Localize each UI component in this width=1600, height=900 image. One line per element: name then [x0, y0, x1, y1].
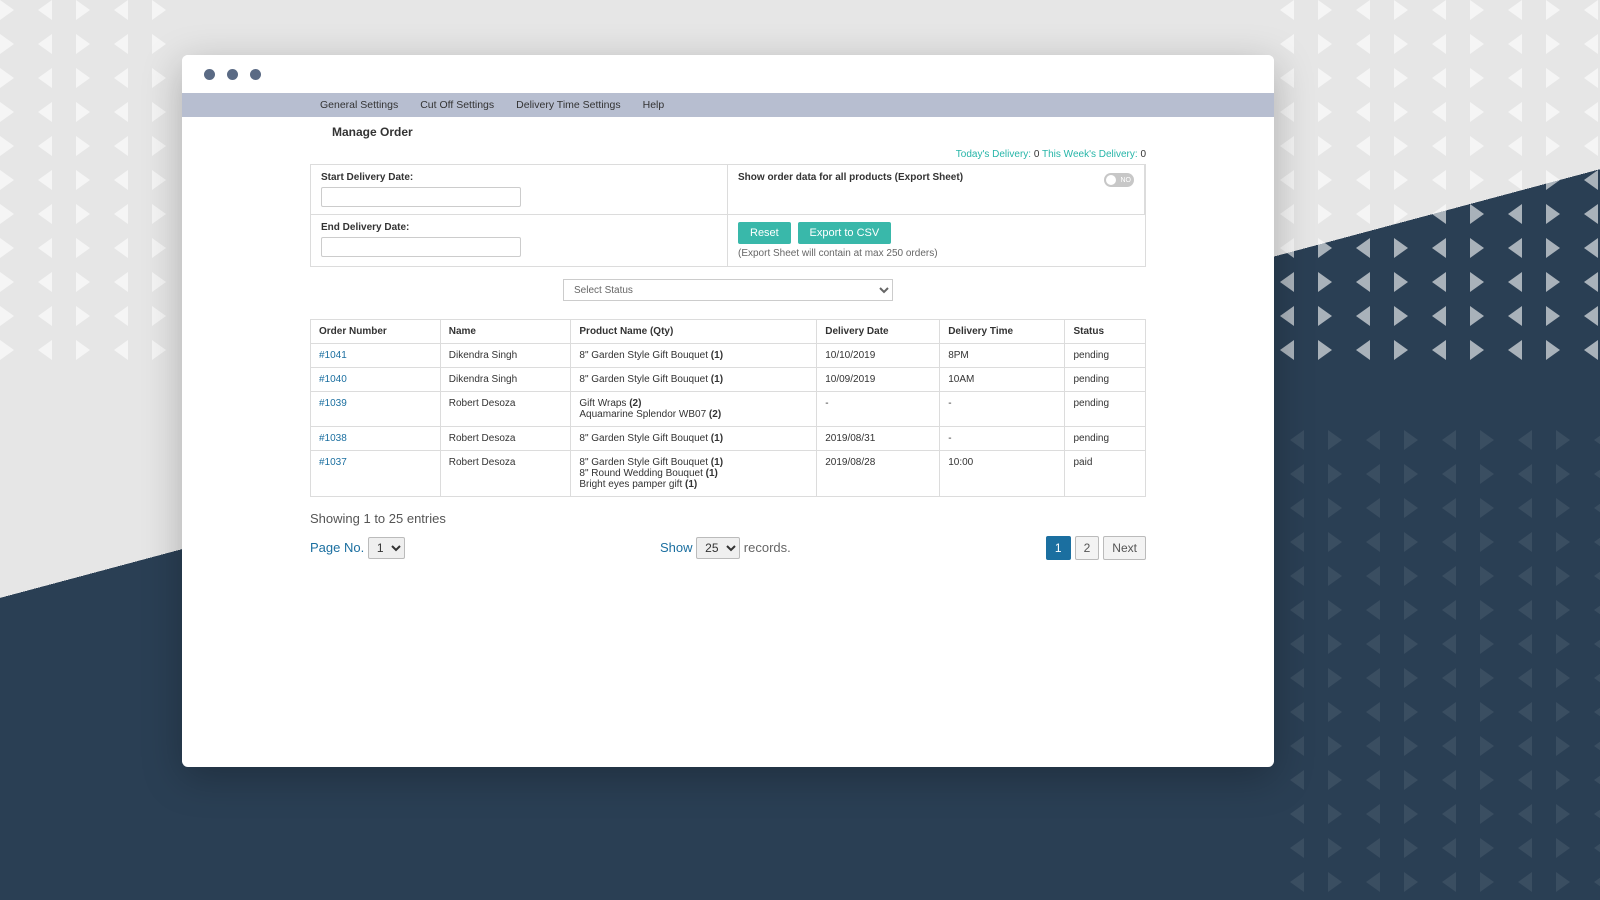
- status: pending: [1065, 368, 1146, 392]
- pagination: Showing 1 to 25 entries Page No. 1 Show …: [310, 511, 1146, 560]
- this-weeks-delivery-label: This Week's Delivery:: [1042, 149, 1138, 160]
- order-link[interactable]: #1041: [319, 350, 347, 361]
- status: pending: [1065, 392, 1146, 427]
- page-no-select[interactable]: 1: [368, 537, 405, 559]
- status: paid: [1065, 451, 1146, 497]
- start-delivery-date-label: Start Delivery Date:: [321, 172, 717, 183]
- delivery-time: 8PM: [940, 344, 1065, 368]
- page-button-1[interactable]: 1: [1046, 536, 1071, 560]
- tab-delivery-time-settings[interactable]: Delivery Time Settings: [516, 99, 620, 111]
- table-row: #1039 Robert DesozaGift Wraps (2)Aquamari…: [311, 392, 1146, 427]
- delivery-date: 2019/08/31: [817, 427, 940, 451]
- product-cell: 8" Garden Style Gift Bouquet (1)8" Round…: [571, 451, 817, 497]
- this-weeks-delivery-value: 0: [1140, 149, 1146, 160]
- todays-delivery-value: 0: [1034, 149, 1040, 160]
- delivery-time: 10AM: [940, 368, 1065, 392]
- filter-panel: Start Delivery Date: Show order data for…: [310, 164, 1146, 267]
- order-link[interactable]: #1037: [319, 457, 347, 468]
- reset-button[interactable]: Reset: [738, 222, 791, 244]
- delivery-stats: Today's Delivery: 0 This Week's Delivery…: [310, 149, 1146, 160]
- end-delivery-date-label: End Delivery Date:: [321, 222, 717, 233]
- table-row: #1040 Dikendra Singh8" Garden Style Gift …: [311, 368, 1146, 392]
- customer-name: Robert Desoza: [440, 451, 571, 497]
- col-delivery-time: Delivery Time: [940, 320, 1065, 344]
- customer-name: Dikendra Singh: [440, 368, 571, 392]
- show-label: Show: [660, 540, 693, 555]
- delivery-date: 10/09/2019: [817, 368, 940, 392]
- order-link[interactable]: #1040: [319, 374, 347, 385]
- order-link[interactable]: #1038: [319, 433, 347, 444]
- delivery-time: 10:00: [940, 451, 1065, 497]
- customer-name: Robert Desoza: [440, 392, 571, 427]
- export-hint: (Export Sheet will contain at max 250 or…: [738, 248, 1135, 259]
- end-delivery-date-input[interactable]: [321, 237, 521, 257]
- tab-general-settings[interactable]: General Settings: [320, 99, 398, 111]
- table-row: #1037 Robert Desoza8" Garden Style Gift B…: [311, 451, 1146, 497]
- orders-table: Order Number Name Product Name (Qty) Del…: [310, 319, 1146, 497]
- col-product-name-qty: Product Name (Qty): [571, 320, 817, 344]
- tab-help[interactable]: Help: [643, 99, 665, 111]
- window-dot: [227, 69, 238, 80]
- next-button[interactable]: Next: [1103, 536, 1146, 560]
- window-dot: [204, 69, 215, 80]
- window-titlebar: [182, 55, 1274, 93]
- export-csv-button[interactable]: Export to CSV: [798, 222, 892, 244]
- status: pending: [1065, 427, 1146, 451]
- start-delivery-date-input[interactable]: [321, 187, 521, 207]
- export-toggle[interactable]: NO: [1104, 173, 1134, 187]
- customer-name: Robert Desoza: [440, 427, 571, 451]
- order-link[interactable]: #1039: [319, 398, 347, 409]
- product-cell: 8" Garden Style Gift Bouquet (1): [571, 427, 817, 451]
- delivery-date: -: [817, 392, 940, 427]
- table-row: #1041 Dikendra Singh8" Garden Style Gift …: [311, 344, 1146, 368]
- col-order-number: Order Number: [311, 320, 441, 344]
- window-dot: [250, 69, 261, 80]
- page-no-label: Page No.: [310, 540, 364, 555]
- app-window: General Settings Cut Off Settings Delive…: [182, 55, 1274, 767]
- product-cell: 8" Garden Style Gift Bouquet (1): [571, 368, 817, 392]
- status: pending: [1065, 344, 1146, 368]
- delivery-date: 2019/08/28: [817, 451, 940, 497]
- status-select[interactable]: Select Status: [563, 279, 893, 301]
- col-delivery-date: Delivery Date: [817, 320, 940, 344]
- table-row: #1038 Robert Desoza8" Garden Style Gift B…: [311, 427, 1146, 451]
- entries-text: Showing 1 to 25 entries: [310, 511, 1146, 526]
- delivery-time: -: [940, 392, 1065, 427]
- col-status: Status: [1065, 320, 1146, 344]
- page-button-2[interactable]: 2: [1075, 536, 1100, 560]
- export-toggle-label: Show order data for all products (Export…: [738, 172, 1134, 183]
- page-title: Manage Order: [182, 117, 1274, 139]
- records-label: records.: [744, 540, 791, 555]
- todays-delivery-label: Today's Delivery:: [956, 149, 1031, 160]
- nav-tabs: General Settings Cut Off Settings Delive…: [182, 93, 1274, 117]
- show-records-select[interactable]: 25: [696, 537, 740, 559]
- customer-name: Dikendra Singh: [440, 344, 571, 368]
- product-cell: 8" Garden Style Gift Bouquet (1): [571, 344, 817, 368]
- tab-cut-off-settings[interactable]: Cut Off Settings: [420, 99, 494, 111]
- col-name: Name: [440, 320, 571, 344]
- delivery-date: 10/10/2019: [817, 344, 940, 368]
- delivery-time: -: [940, 427, 1065, 451]
- product-cell: Gift Wraps (2)Aquamarine Splendor WB07 (…: [571, 392, 817, 427]
